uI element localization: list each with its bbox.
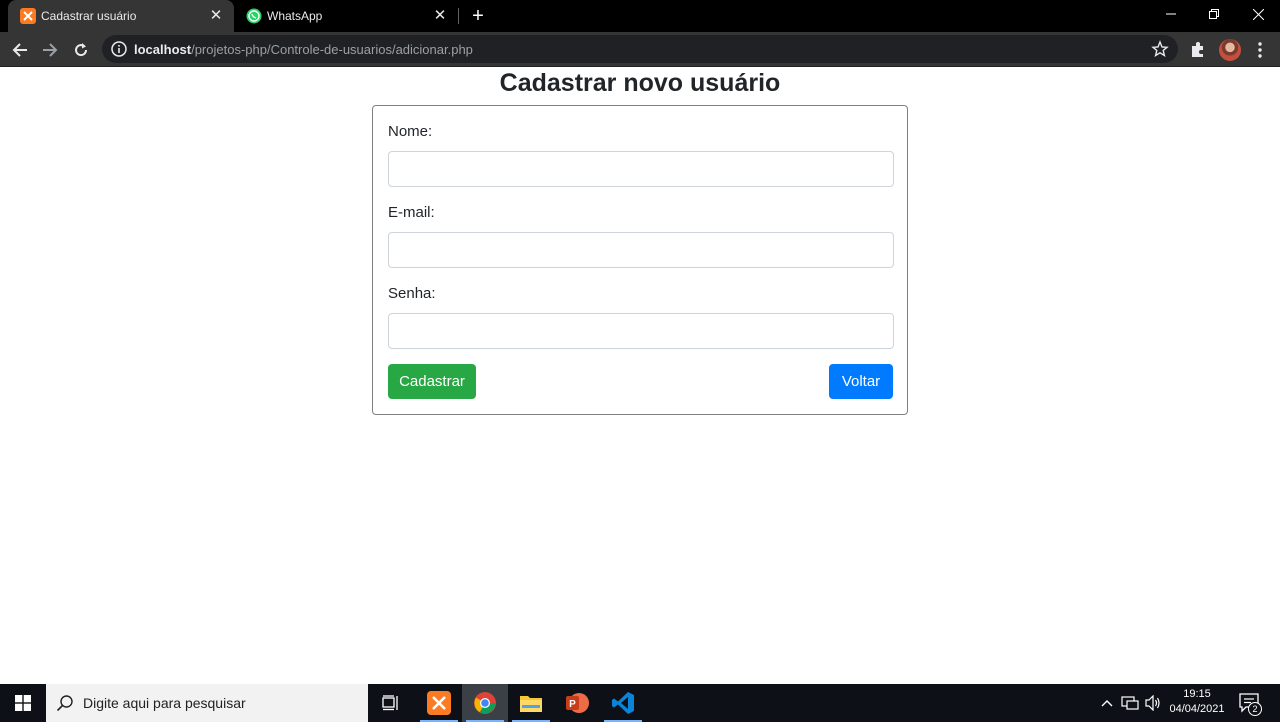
cadastrar-button[interactable]: Cadastrar xyxy=(388,364,476,399)
powerpoint-icon[interactable]: P xyxy=(554,684,600,722)
browser-toolbar: localhost/projetos-php/Controle-de-usuar… xyxy=(0,32,1280,67)
restore-icon[interactable] xyxy=(1192,0,1236,28)
browser-tab-strip: Cadastrar usuário ✕ WhatsApp ✕ + xyxy=(0,0,1280,32)
whatsapp-icon xyxy=(246,8,262,24)
site-info-icon[interactable] xyxy=(111,41,127,57)
nome-label: Nome: xyxy=(388,123,433,140)
close-tab-icon[interactable]: ✕ xyxy=(208,8,224,24)
minimize-icon[interactable] xyxy=(1149,0,1193,28)
reload-icon[interactable] xyxy=(70,39,92,61)
tab-separator xyxy=(458,8,459,24)
close-tab-icon[interactable]: ✕ xyxy=(432,8,448,24)
register-user-form: Nome: E-mail: Senha: Cadastrar Voltar xyxy=(372,105,908,415)
windows-start-icon[interactable] xyxy=(0,684,46,722)
windows-taskbar: Digite aqui para pesquisar P 19:15 04/04… xyxy=(0,684,1280,722)
clock-time: 19:15 xyxy=(1183,688,1211,700)
xampp-icon xyxy=(20,8,36,24)
senha-label: Senha: xyxy=(388,285,436,302)
notification-center-icon[interactable]: 2 xyxy=(1238,692,1262,716)
clock-date: 04/04/2021 xyxy=(1169,703,1225,715)
email-label: E-mail: xyxy=(388,204,435,221)
chrome-taskbar-icon[interactable] xyxy=(462,684,508,722)
notification-count-badge: 2 xyxy=(1248,702,1262,716)
tab-title: Cadastrar usuário xyxy=(41,9,137,23)
search-placeholder: Digite aqui para pesquisar xyxy=(83,695,246,711)
close-window-icon[interactable] xyxy=(1236,0,1280,28)
bookmark-star-icon[interactable] xyxy=(1151,40,1169,58)
file-explorer-icon[interactable] xyxy=(508,684,554,722)
extensions-puzzle-icon[interactable] xyxy=(1188,40,1208,60)
profile-avatar[interactable] xyxy=(1219,39,1241,61)
back-arrow-icon[interactable] xyxy=(9,39,31,61)
vscode-icon[interactable] xyxy=(600,684,646,722)
kebab-menu-icon[interactable] xyxy=(1250,40,1270,60)
address-bar[interactable]: localhost/projetos-php/Controle-de-usuar… xyxy=(102,35,1178,63)
chevron-up-icon[interactable] xyxy=(1098,684,1116,722)
svg-text:P: P xyxy=(569,699,576,710)
url-text: localhost/projetos-php/Controle-de-usuar… xyxy=(134,42,473,57)
voltar-button[interactable]: Voltar xyxy=(829,364,893,399)
url-path: /projetos-php/Controle-de-usuarios/adici… xyxy=(191,42,473,57)
forward-arrow-icon[interactable] xyxy=(39,39,61,61)
senha-input[interactable] xyxy=(388,313,894,349)
search-icon xyxy=(56,695,73,712)
new-tab-plus-icon[interactable]: + xyxy=(468,6,488,26)
url-host: localhost xyxy=(134,42,192,57)
xampp-taskbar-icon[interactable] xyxy=(416,684,462,722)
tab-cadastrar-usuario[interactable]: Cadastrar usuário ✕ xyxy=(8,0,234,32)
task-view-icon[interactable] xyxy=(368,684,414,722)
nome-input[interactable] xyxy=(388,151,894,187)
tab-whatsapp[interactable]: WhatsApp ✕ xyxy=(234,0,458,32)
email-input[interactable] xyxy=(388,232,894,268)
taskbar-search-box[interactable]: Digite aqui para pesquisar xyxy=(46,684,368,722)
network-icon[interactable] xyxy=(1120,684,1140,722)
page-title: Cadastrar novo usuário xyxy=(499,69,781,97)
tab-title: WhatsApp xyxy=(267,9,323,23)
page-content: Cadastrar novo usuário Nome: E-mail: Sen… xyxy=(0,67,1280,684)
speaker-volume-icon[interactable] xyxy=(1143,684,1163,722)
taskbar-clock[interactable]: 19:15 04/04/2021 xyxy=(1164,687,1230,717)
